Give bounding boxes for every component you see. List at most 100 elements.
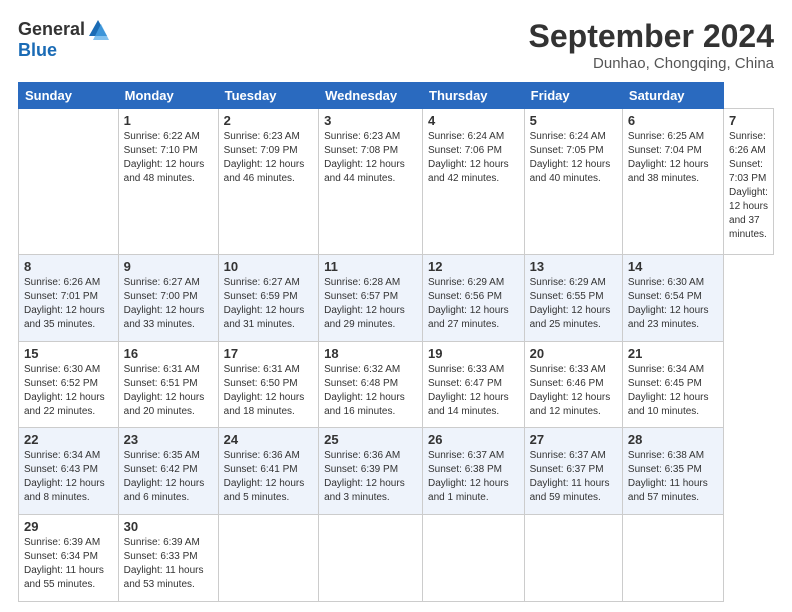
day-info: Sunrise: 6:33 AM Sunset: 6:47 PM Dayligh… bbox=[428, 363, 519, 419]
col-sunday: Sunday bbox=[19, 83, 119, 109]
calendar-cell: 22 Sunrise: 6:34 AM Sunset: 6:43 PM Dayli… bbox=[19, 428, 119, 515]
day-info: Sunrise: 6:36 AM Sunset: 6:41 PM Dayligh… bbox=[224, 449, 313, 505]
day-info: Sunrise: 6:39 AM Sunset: 6:34 PM Dayligh… bbox=[24, 536, 113, 592]
calendar-cell: 25 Sunrise: 6:36 AM Sunset: 6:39 PM Dayli… bbox=[319, 428, 423, 515]
month-title: September 2024 bbox=[529, 18, 774, 55]
day-info: Sunrise: 6:25 AM Sunset: 7:04 PM Dayligh… bbox=[628, 130, 718, 186]
day-number: 25 bbox=[324, 432, 417, 447]
day-number: 6 bbox=[628, 113, 718, 128]
day-info: Sunrise: 6:37 AM Sunset: 6:38 PM Dayligh… bbox=[428, 449, 519, 505]
title-area: September 2024 Dunhao, Chongqing, China bbox=[529, 18, 774, 72]
day-number: 2 bbox=[224, 113, 313, 128]
day-info: Sunrise: 6:36 AM Sunset: 6:39 PM Dayligh… bbox=[324, 449, 417, 505]
day-info: Sunrise: 6:24 AM Sunset: 7:06 PM Dayligh… bbox=[428, 130, 519, 186]
day-info: Sunrise: 6:31 AM Sunset: 6:51 PM Dayligh… bbox=[124, 363, 213, 419]
day-number: 19 bbox=[428, 346, 519, 361]
col-wednesday: Wednesday bbox=[319, 83, 423, 109]
calendar-cell bbox=[319, 515, 423, 602]
calendar-cell: 11 Sunrise: 6:28 AM Sunset: 6:57 PM Dayli… bbox=[319, 254, 423, 341]
day-info: Sunrise: 6:26 AM Sunset: 7:01 PM Dayligh… bbox=[24, 276, 113, 332]
day-number: 1 bbox=[124, 113, 213, 128]
header-row: Sunday Monday Tuesday Wednesday Thursday… bbox=[19, 83, 774, 109]
calendar-cell bbox=[524, 515, 622, 602]
calendar-cell: 16 Sunrise: 6:31 AM Sunset: 6:51 PM Dayli… bbox=[118, 341, 218, 428]
day-number: 8 bbox=[24, 259, 113, 274]
calendar-week-1: 8 Sunrise: 6:26 AM Sunset: 7:01 PM Daylig… bbox=[19, 254, 774, 341]
day-info: Sunrise: 6:30 AM Sunset: 6:52 PM Dayligh… bbox=[24, 363, 113, 419]
day-info: Sunrise: 6:23 AM Sunset: 7:08 PM Dayligh… bbox=[324, 130, 417, 186]
day-number: 26 bbox=[428, 432, 519, 447]
calendar-cell bbox=[622, 515, 723, 602]
calendar-cell: 6 Sunrise: 6:25 AM Sunset: 7:04 PM Daylig… bbox=[622, 109, 723, 255]
calendar-cell: 10Sunrise: 6:27 AM Sunset: 6:59 PM Dayli… bbox=[218, 254, 318, 341]
day-info: Sunrise: 6:29 AM Sunset: 6:56 PM Dayligh… bbox=[428, 276, 519, 332]
header: General Blue September 2024 Dunhao, Chon… bbox=[18, 18, 774, 72]
day-number: 15 bbox=[24, 346, 113, 361]
day-number: 16 bbox=[124, 346, 213, 361]
calendar-cell: 18 Sunrise: 6:32 AM Sunset: 6:48 PM Dayli… bbox=[319, 341, 423, 428]
calendar-cell: 7 Sunrise: 6:26 AM Sunset: 7:03 PM Daylig… bbox=[724, 109, 774, 255]
calendar-cell: 19 Sunrise: 6:33 AM Sunset: 6:47 PM Dayli… bbox=[423, 341, 525, 428]
calendar-cell: 8 Sunrise: 6:26 AM Sunset: 7:01 PM Daylig… bbox=[19, 254, 119, 341]
day-info: Sunrise: 6:24 AM Sunset: 7:05 PM Dayligh… bbox=[530, 130, 617, 186]
logo-blue-text: Blue bbox=[18, 40, 57, 61]
col-monday: Monday bbox=[118, 83, 218, 109]
calendar-cell bbox=[218, 515, 318, 602]
day-number: 22 bbox=[24, 432, 113, 447]
day-number: 11 bbox=[324, 259, 417, 274]
day-info: Sunrise: 6:37 AM Sunset: 6:37 PM Dayligh… bbox=[530, 449, 617, 505]
day-info: Sunrise: 6:31 AM Sunset: 6:50 PM Dayligh… bbox=[224, 363, 313, 419]
calendar-week-3: 22 Sunrise: 6:34 AM Sunset: 6:43 PM Dayli… bbox=[19, 428, 774, 515]
calendar-cell: 20Sunrise: 6:33 AM Sunset: 6:46 PM Dayli… bbox=[524, 341, 622, 428]
day-info: Sunrise: 6:28 AM Sunset: 6:57 PM Dayligh… bbox=[324, 276, 417, 332]
day-number: 21 bbox=[628, 346, 718, 361]
calendar-cell: 2 Sunrise: 6:23 AM Sunset: 7:09 PM Daylig… bbox=[218, 109, 318, 255]
day-number: 4 bbox=[428, 113, 519, 128]
col-tuesday: Tuesday bbox=[218, 83, 318, 109]
calendar-cell: 23Sunrise: 6:35 AM Sunset: 6:42 PM Dayli… bbox=[118, 428, 218, 515]
calendar-cell bbox=[19, 109, 119, 255]
calendar-cell: 5Sunrise: 6:24 AM Sunset: 7:05 PM Daylig… bbox=[524, 109, 622, 255]
calendar-cell: 13Sunrise: 6:29 AM Sunset: 6:55 PM Dayli… bbox=[524, 254, 622, 341]
calendar-cell: 3 Sunrise: 6:23 AM Sunset: 7:08 PM Daylig… bbox=[319, 109, 423, 255]
day-info: Sunrise: 6:26 AM Sunset: 7:03 PM Dayligh… bbox=[729, 130, 768, 242]
location: Dunhao, Chongqing, China bbox=[529, 55, 774, 72]
day-number: 18 bbox=[324, 346, 417, 361]
calendar-cell: 1 Sunrise: 6:22 AM Sunset: 7:10 PM Daylig… bbox=[118, 109, 218, 255]
calendar-week-0: 1 Sunrise: 6:22 AM Sunset: 7:10 PM Daylig… bbox=[19, 109, 774, 255]
col-thursday: Thursday bbox=[423, 83, 525, 109]
calendar-cell: 15 Sunrise: 6:30 AM Sunset: 6:52 PM Dayli… bbox=[19, 341, 119, 428]
calendar-cell bbox=[423, 515, 525, 602]
calendar-cell: 24Sunrise: 6:36 AM Sunset: 6:41 PM Dayli… bbox=[218, 428, 318, 515]
day-number: 28 bbox=[628, 432, 718, 447]
logo-general-text: General bbox=[18, 19, 85, 40]
col-saturday: Saturday bbox=[622, 83, 723, 109]
calendar-cell: 12 Sunrise: 6:29 AM Sunset: 6:56 PM Dayli… bbox=[423, 254, 525, 341]
calendar-cell: 17Sunrise: 6:31 AM Sunset: 6:50 PM Dayli… bbox=[218, 341, 318, 428]
day-info: Sunrise: 6:22 AM Sunset: 7:10 PM Dayligh… bbox=[124, 130, 213, 186]
col-friday: Friday bbox=[524, 83, 622, 109]
day-number: 12 bbox=[428, 259, 519, 274]
calendar-table: Sunday Monday Tuesday Wednesday Thursday… bbox=[18, 82, 774, 602]
calendar-cell: 21 Sunrise: 6:34 AM Sunset: 6:45 PM Dayli… bbox=[622, 341, 723, 428]
day-number: 9 bbox=[124, 259, 213, 274]
calendar-cell: 14Sunrise: 6:30 AM Sunset: 6:54 PM Dayli… bbox=[622, 254, 723, 341]
day-info: Sunrise: 6:34 AM Sunset: 6:43 PM Dayligh… bbox=[24, 449, 113, 505]
calendar-cell: 27 Sunrise: 6:37 AM Sunset: 6:37 PM Dayli… bbox=[524, 428, 622, 515]
day-info: Sunrise: 6:35 AM Sunset: 6:42 PM Dayligh… bbox=[124, 449, 213, 505]
day-info: Sunrise: 6:39 AM Sunset: 6:33 PM Dayligh… bbox=[124, 536, 213, 592]
day-number: 14 bbox=[628, 259, 718, 274]
calendar-cell: 28 Sunrise: 6:38 AM Sunset: 6:35 PM Dayli… bbox=[622, 428, 723, 515]
day-info: Sunrise: 6:34 AM Sunset: 6:45 PM Dayligh… bbox=[628, 363, 718, 419]
calendar-cell: 26 Sunrise: 6:37 AM Sunset: 6:38 PM Dayli… bbox=[423, 428, 525, 515]
day-info: Sunrise: 6:27 AM Sunset: 6:59 PM Dayligh… bbox=[224, 276, 313, 332]
day-info: Sunrise: 6:27 AM Sunset: 7:00 PM Dayligh… bbox=[124, 276, 213, 332]
day-info: Sunrise: 6:33 AM Sunset: 6:46 PM Dayligh… bbox=[530, 363, 617, 419]
day-number: 27 bbox=[530, 432, 617, 447]
day-info: Sunrise: 6:32 AM Sunset: 6:48 PM Dayligh… bbox=[324, 363, 417, 419]
calendar-week-2: 15 Sunrise: 6:30 AM Sunset: 6:52 PM Dayli… bbox=[19, 341, 774, 428]
day-number: 7 bbox=[729, 113, 768, 128]
day-info: Sunrise: 6:23 AM Sunset: 7:09 PM Dayligh… bbox=[224, 130, 313, 186]
day-info: Sunrise: 6:38 AM Sunset: 6:35 PM Dayligh… bbox=[628, 449, 718, 505]
day-number: 3 bbox=[324, 113, 417, 128]
